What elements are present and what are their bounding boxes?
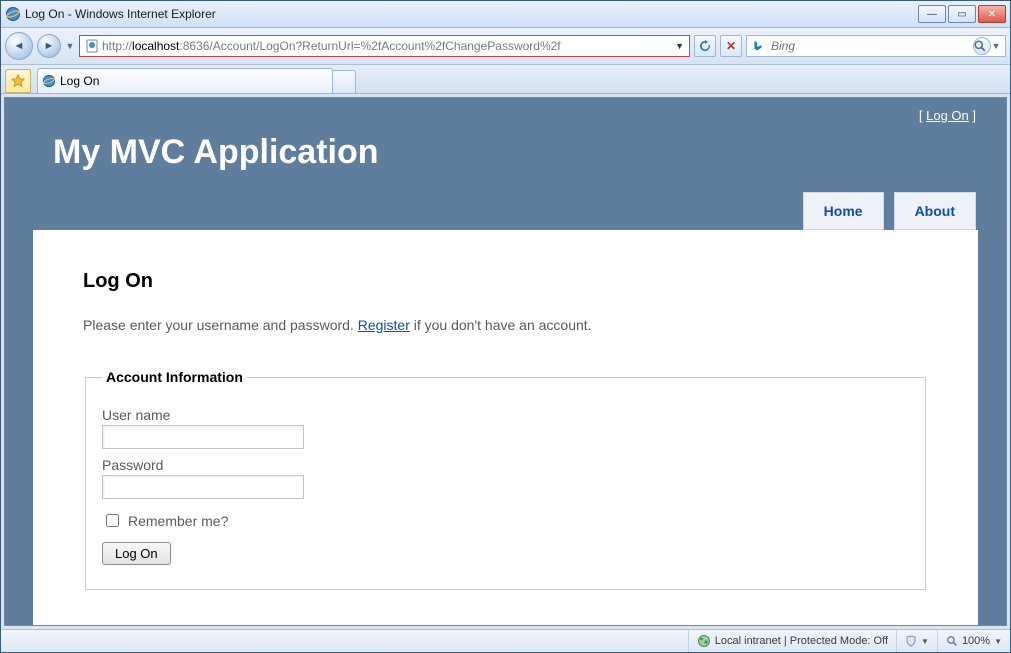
page-icon (85, 39, 99, 53)
nav-about[interactable]: About (894, 192, 976, 230)
magnifier-icon (974, 39, 986, 53)
window-title: Log On - Windows Internet Explorer (25, 7, 216, 21)
logon-button[interactable]: Log On (102, 542, 171, 565)
security-zone[interactable]: Local intranet | Protected Mode: Off (688, 630, 896, 652)
minimize-button[interactable]: ― (918, 5, 946, 23)
password-input[interactable] (102, 475, 304, 499)
back-button[interactable]: ◄ (5, 32, 33, 60)
status-bar: Local intranet | Protected Mode: Off ▼ 1… (1, 629, 1010, 652)
address-dropdown-icon[interactable]: ▼ (672, 41, 687, 51)
address-bar[interactable]: http://localhost:8636/Account/LogOn?Retu… (79, 35, 690, 57)
new-tab-button[interactable] (333, 70, 356, 93)
logon-link[interactable]: Log On (926, 108, 969, 123)
app-title: My MVC Application (5, 123, 1006, 192)
username-label: User name (102, 407, 909, 423)
stop-button[interactable]: ✕ (720, 35, 742, 57)
ie-window: Log On - Windows Internet Explorer ― ▭ ✕… (0, 0, 1011, 653)
instruction-text: Please enter your username and password.… (83, 317, 928, 333)
magnifier-icon (946, 635, 958, 647)
shield-icon (905, 635, 917, 647)
page-heading: Log On (83, 270, 928, 293)
nav-history-dropdown[interactable]: ▼ (65, 41, 75, 51)
forward-button[interactable]: ► (37, 34, 61, 58)
favorites-button[interactable] (5, 69, 31, 93)
browser-tab[interactable]: Log On (37, 68, 333, 93)
protected-mode-button[interactable]: ▼ (896, 630, 937, 652)
maximize-button[interactable]: ▭ (948, 5, 976, 23)
search-go-button[interactable] (973, 37, 991, 55)
bing-icon (751, 39, 765, 53)
close-button[interactable]: ✕ (978, 5, 1006, 23)
tab-label: Log On (60, 74, 99, 88)
refresh-icon (699, 40, 711, 52)
nav-toolbar: ◄ ► ▼ http://localhost:8636/Account/LogO… (1, 28, 1010, 65)
register-link[interactable]: Register (358, 317, 410, 333)
ie-icon (5, 6, 21, 22)
username-input[interactable] (102, 425, 304, 449)
globe-icon (697, 634, 711, 648)
fieldset-legend: Account Information (102, 369, 247, 385)
window-controls: ― ▭ ✕ (918, 5, 1006, 23)
page-body: [ Log On ] My MVC Application Home About… (5, 98, 1006, 625)
zoom-control[interactable]: 100% ▼ (937, 630, 1010, 652)
nav-home[interactable]: Home (803, 192, 884, 230)
search-box[interactable]: ▼ (746, 35, 1006, 57)
login-status: [ Log On ] (5, 98, 1006, 123)
account-fieldset: Account Information User name Password R… (85, 369, 926, 590)
remember-checkbox[interactable] (106, 514, 119, 527)
ie-icon (42, 74, 56, 88)
star-icon (11, 74, 25, 88)
chevron-down-icon: ▼ (994, 637, 1002, 646)
chevron-down-icon: ▼ (921, 637, 929, 646)
viewport: [ Log On ] My MVC Application Home About… (4, 97, 1007, 626)
tab-strip: Log On (1, 65, 1010, 94)
remember-label: Remember me? (128, 513, 228, 529)
content-area: Log On Please enter your username and pa… (33, 230, 978, 625)
main-nav: Home About (5, 192, 1006, 230)
titlebar: Log On - Windows Internet Explorer ― ▭ ✕ (1, 1, 1010, 28)
address-url[interactable]: http://localhost:8636/Account/LogOn?Retu… (102, 39, 672, 53)
password-label: Password (102, 457, 909, 473)
search-input[interactable] (769, 38, 969, 54)
refresh-button[interactable] (694, 35, 716, 57)
search-dropdown-icon[interactable]: ▼ (991, 41, 1001, 51)
